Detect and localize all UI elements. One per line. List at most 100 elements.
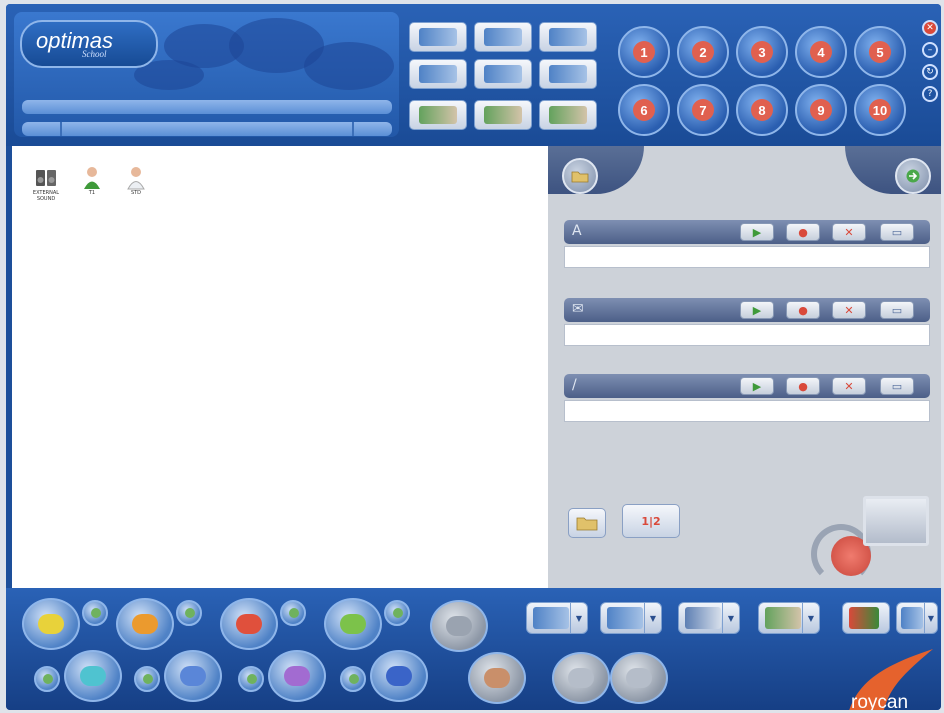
student-list-button[interactable]: ▼ (758, 602, 820, 634)
number-label: 5 (869, 41, 891, 63)
number-button-10[interactable]: 10 (854, 84, 906, 136)
group-button-navy[interactable] (370, 650, 428, 702)
print-button[interactable] (610, 652, 668, 704)
number-button-9[interactable]: 9 (795, 84, 847, 136)
number-label: 6 (633, 99, 655, 121)
group-icon (180, 666, 206, 686)
chevron-down-icon[interactable]: ▼ (802, 603, 819, 633)
media-button[interactable] (842, 602, 890, 634)
expand-button[interactable]: ▭ (880, 223, 914, 241)
number-button-4[interactable]: 4 (795, 26, 847, 78)
desktop-item-std[interactable]: STD (116, 166, 156, 196)
student-view-button[interactable] (409, 100, 467, 130)
number-button-5[interactable]: 5 (854, 26, 906, 78)
group-member-button[interactable] (238, 666, 264, 692)
help-button[interactable]: ? (922, 86, 938, 102)
group-button-orange[interactable] (116, 598, 174, 650)
open-folder-button[interactable] (568, 508, 606, 538)
group-member-button[interactable] (384, 600, 410, 626)
desktop-item-label: T1 (88, 190, 96, 196)
desktop-item-external-sound[interactable]: EXTERNAL SOUND (26, 166, 66, 202)
record-button[interactable]: ● (786, 377, 820, 395)
refresh-button[interactable]: ↻ (922, 64, 938, 80)
number-button-8[interactable]: 8 (736, 84, 788, 136)
audio-send-button[interactable] (409, 59, 467, 89)
audio-receive-button[interactable] (474, 59, 532, 89)
layout-button[interactable]: ▼ (896, 602, 938, 634)
number-label: 8 (751, 99, 773, 121)
video-control-button[interactable] (539, 22, 597, 52)
desktop-item-t1[interactable]: T1 (72, 166, 112, 196)
play-button[interactable]: ▶ (740, 223, 774, 241)
expand-button[interactable]: ▭ (880, 377, 914, 395)
teacher-view-button[interactable] (474, 100, 532, 130)
delete-button[interactable]: ✕ (832, 377, 866, 395)
student-icon (419, 106, 457, 124)
group-icon (340, 614, 366, 634)
group-icon (38, 614, 64, 634)
group-member-button[interactable] (340, 666, 366, 692)
close-button[interactable]: ✕ (922, 20, 938, 36)
monitor-button[interactable]: ▼ (600, 602, 662, 634)
group-member-button[interactable] (82, 600, 108, 626)
expand-icon: ▭ (891, 303, 903, 317)
page-select-button[interactable]: 1|2 (622, 504, 680, 538)
chevron-down-icon[interactable]: ▼ (644, 603, 661, 633)
group-button-green[interactable] (324, 598, 382, 650)
refresh-icon: ↻ (926, 67, 934, 77)
group-button-blue[interactable] (164, 650, 222, 702)
recording-field-1[interactable] (564, 246, 930, 268)
class-icon (549, 106, 587, 124)
group-button-red[interactable] (220, 598, 278, 650)
number-button-3[interactable]: 3 (736, 26, 788, 78)
record-button[interactable]: ● (786, 301, 820, 319)
number-label: 2 (692, 41, 714, 63)
chevron-down-icon[interactable]: ▼ (722, 603, 739, 633)
play-button[interactable]: ▶ (740, 377, 774, 395)
expand-button[interactable]: ▭ (880, 301, 914, 319)
delete-icon: ✕ (844, 225, 854, 239)
chevron-down-icon[interactable]: ▼ (570, 603, 587, 633)
recording-field-3[interactable] (564, 400, 930, 422)
documents-button[interactable]: ▼ (678, 602, 740, 634)
group-member-button[interactable] (34, 666, 60, 692)
students-icon (765, 607, 801, 629)
play-button[interactable]: ▶ (740, 301, 774, 319)
number-button-2[interactable]: 2 (677, 26, 729, 78)
group-member-button[interactable] (176, 600, 202, 626)
group-icon (132, 614, 158, 634)
group-member-button[interactable] (134, 666, 160, 692)
minimize-button[interactable]: – (922, 42, 938, 58)
optimas-logo: optimas School (20, 20, 158, 68)
group-button-yellow[interactable] (22, 598, 80, 650)
record-button[interactable]: ● (786, 223, 820, 241)
class-view-button[interactable] (539, 100, 597, 130)
film-icon (419, 28, 457, 46)
chevron-down-icon[interactable]: ▼ (924, 603, 937, 633)
phone-button[interactable] (552, 652, 610, 704)
delete-button[interactable]: ✕ (832, 223, 866, 241)
play-icon: ▶ (752, 225, 762, 239)
group-button-cyan[interactable] (64, 650, 122, 702)
number-button-6[interactable]: 6 (618, 84, 670, 136)
next-button[interactable] (895, 158, 931, 194)
number-button-1[interactable]: 1 (618, 26, 670, 78)
open-file-button[interactable] (562, 158, 598, 194)
folder-icon (571, 171, 589, 183)
recording-panel: A ▶ ● ✕ ▭ ✉ ▶ ● ✕ ▭ / ▶ ● ✕ ▭ 1|2 (548, 146, 941, 588)
video-send-button[interactable] (409, 22, 467, 52)
group-button-purple[interactable] (268, 650, 326, 702)
group-all-button[interactable] (430, 600, 488, 652)
screen-share-button[interactable]: ▼ (526, 602, 588, 634)
recording-strip-2: ✉ ▶ ● ✕ ▭ (564, 298, 930, 322)
delete-button[interactable]: ✕ (832, 301, 866, 319)
delete-icon: ✕ (844, 303, 854, 317)
number-label: 9 (810, 99, 832, 121)
video-receive-button[interactable] (474, 22, 532, 52)
group-people-button[interactable] (468, 652, 526, 704)
number-button-7[interactable]: 7 (677, 84, 729, 136)
play-icon: ▶ (752, 303, 762, 317)
group-member-button[interactable] (280, 600, 306, 626)
audio-control-button[interactable] (539, 59, 597, 89)
recording-field-2[interactable] (564, 324, 930, 346)
